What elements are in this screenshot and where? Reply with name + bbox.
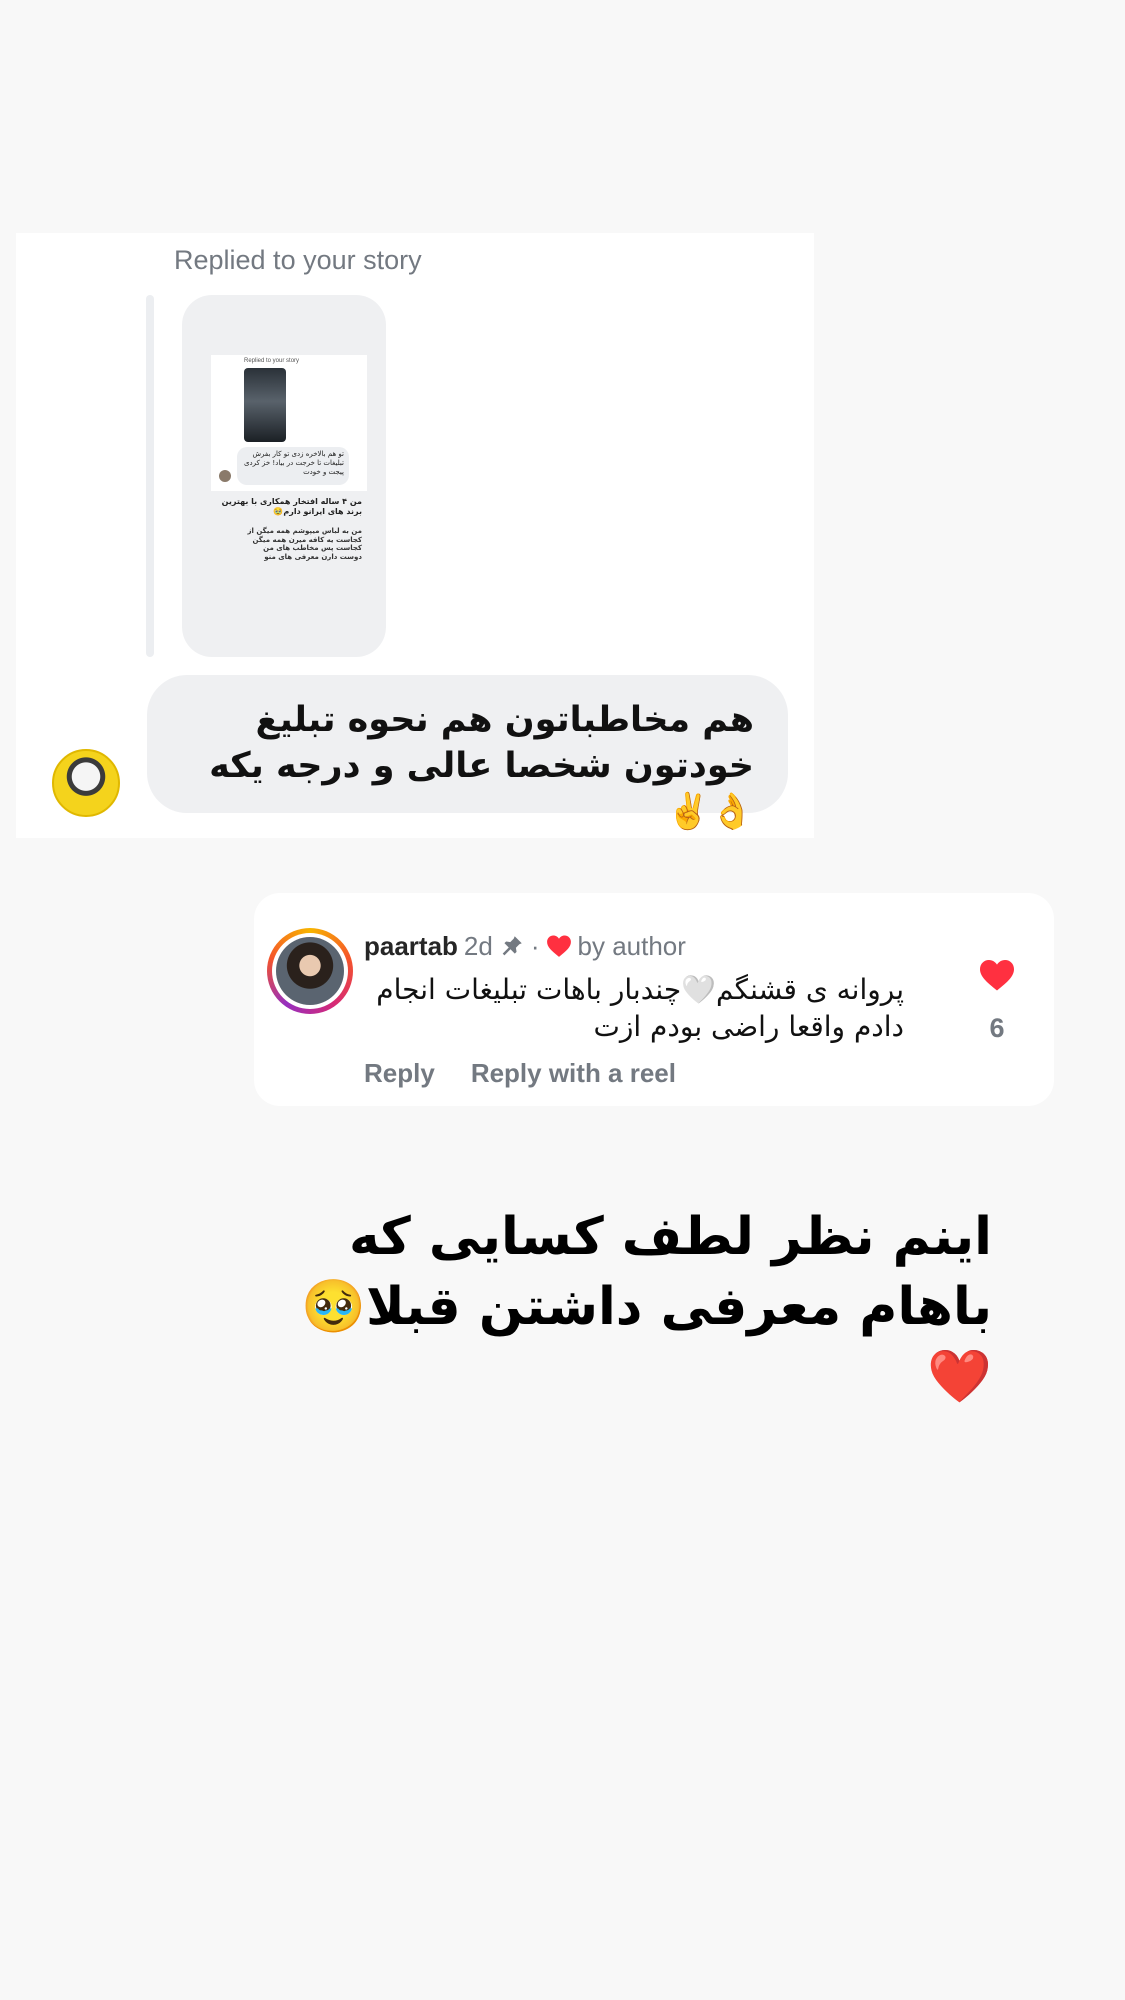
message-bubble[interactable]: هم مخاطباتون هم نحوه تبلیغ خودتون شخصا ع…	[147, 675, 788, 832]
story-text-1: من ۴ ساله افتخار همکاری با بهترین برند ه…	[221, 497, 362, 516]
story-caption: اینم نظر لطف کسایی که باهام معرفی داشتن …	[301, 1207, 992, 1407]
story-text-2: من به لباس میپوشم همه میگن از کجاست یه ک…	[247, 527, 363, 561]
pin-icon	[499, 933, 525, 959]
meta-separator: ·	[530, 930, 540, 961]
like-count: 6	[989, 1013, 1005, 1043]
comment-username[interactable]: paartab	[364, 931, 458, 962]
story-bubble: تو هم بالاخره زدی تو کار بفرش تبلیغات تا…	[237, 447, 349, 485]
comment-text: پروانه ی قشنگم🤍چندبار باهات تبلیغات انجا…	[376, 973, 904, 1043]
liked-by-author-label: by author	[577, 930, 686, 961]
comment-card: paartab 2d · by author پروانه ی قشنگم🤍چن…	[254, 893, 1054, 1106]
reply-with-reel-button[interactable]: Reply with a reel	[471, 1058, 676, 1089]
like-heart-icon[interactable]	[978, 958, 1016, 992]
replied-to-story-label: Replied to your story	[174, 245, 422, 275]
story-preview-inner: Replied to your story تو هم بالاخره زدی …	[211, 355, 367, 491]
story-avatar	[219, 470, 231, 482]
sender-avatar[interactable]	[52, 749, 120, 817]
commenter-avatar-photo	[276, 937, 344, 1005]
quote-bar	[146, 295, 154, 657]
comment-actions: Reply Reply with a reel	[364, 1058, 676, 1089]
commenter-avatar-ring[interactable]	[267, 928, 353, 1014]
message-text: هم مخاطباتون هم نحوه تبلیغ خودتون شخصا ع…	[209, 700, 754, 832]
dm-reply-card: Replied to your story Replied to your st…	[16, 233, 814, 838]
heart-icon	[546, 934, 572, 958]
commenter-avatar	[272, 933, 348, 1009]
comment-meta: paartab 2d · by author	[364, 929, 686, 963]
story-photo	[244, 368, 286, 442]
reply-button[interactable]: Reply	[364, 1058, 435, 1089]
story-replied-label: Replied to your story	[244, 358, 300, 364]
comment-age: 2d	[463, 930, 493, 961]
story-preview[interactable]: Replied to your story تو هم بالاخره زدی …	[182, 295, 386, 657]
